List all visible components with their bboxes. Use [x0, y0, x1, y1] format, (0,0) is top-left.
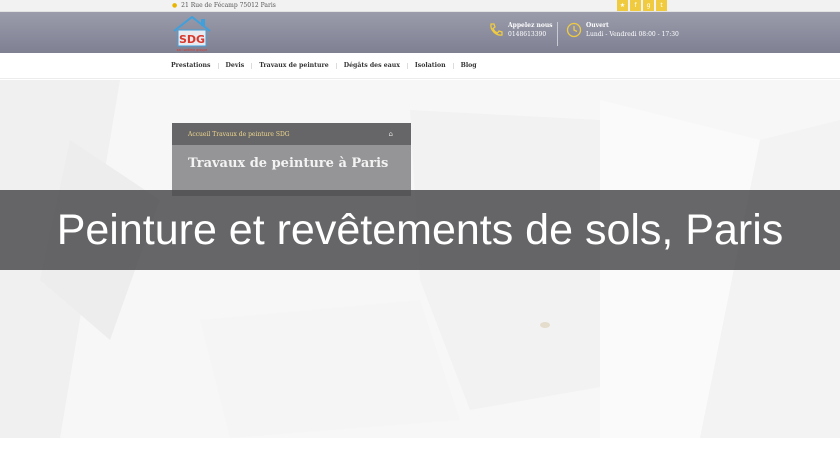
- page-footer-strip: [0, 438, 840, 460]
- breadcrumb: Accueil Travaux de peinture SDG ⌂: [172, 123, 411, 145]
- site-header: SDG sarl sedimo groupe Appelez nous 0148…: [0, 12, 840, 53]
- logo-house-icon: SDG sarl sedimo groupe: [173, 15, 211, 52]
- nav-item-travaux-de-peinture[interactable]: Travaux de peinture: [259, 62, 338, 69]
- nav-item-devis[interactable]: Devis: [226, 62, 253, 69]
- star-icon[interactable]: ★: [617, 0, 628, 11]
- phone-icon: [490, 23, 503, 36]
- logo[interactable]: SDG sarl sedimo groupe: [171, 14, 213, 52]
- breadcrumb-text[interactable]: Accueil Travaux de peinture SDG: [188, 131, 290, 138]
- banner-text: Peinture et revêtements de sols, Paris: [56, 206, 784, 254]
- phone-label: Appelez nous: [508, 22, 553, 29]
- main-nav: Prestations Devis Travaux de peinture Dé…: [0, 53, 840, 79]
- hours-info: Ouvert Lundi - Vendredi 08:00 - 17:30: [566, 22, 679, 39]
- page-title: Travaux de peinture à Paris: [188, 156, 389, 171]
- address-text: 21 Rue de Fécamp 75012 Paris: [181, 2, 276, 9]
- hours-label: Ouvert: [586, 22, 609, 29]
- hours-value: Lundi - Vendredi 08:00 - 17:30: [586, 31, 679, 38]
- google-plus-icon[interactable]: g: [643, 0, 654, 11]
- facebook-icon[interactable]: f: [630, 0, 641, 11]
- hero-card: Accueil Travaux de peinture SDG ⌂ Travau…: [172, 123, 411, 196]
- address: ● 21 Rue de Fécamp 75012 Paris: [172, 2, 276, 10]
- clock-icon: [566, 22, 582, 38]
- caption-banner: Peinture et revêtements de sols, Paris: [0, 190, 840, 270]
- header-divider: [557, 22, 558, 46]
- nav-item-prestations[interactable]: Prestations: [171, 62, 219, 69]
- nav-item-isolation[interactable]: Isolation: [415, 62, 454, 69]
- nav-item-degats-des-eaux[interactable]: Dégâts des eaux: [344, 62, 409, 69]
- home-icon: ⌂: [388, 130, 393, 138]
- twitter-icon[interactable]: t: [656, 0, 667, 11]
- svg-text:sarl sedimo groupe: sarl sedimo groupe: [177, 48, 208, 52]
- top-bar: ● 21 Rue de Fécamp 75012 Paris ★ f g t: [0, 0, 840, 12]
- nav-item-blog[interactable]: Blog: [461, 62, 485, 69]
- location-pin-icon: ●: [172, 2, 178, 9]
- phone-number[interactable]: 0148613390: [508, 30, 553, 39]
- phone-info: Appelez nous 0148613390: [488, 22, 553, 39]
- svg-text:SDG: SDG: [179, 33, 205, 46]
- social-links: ★ f g t: [617, 0, 667, 11]
